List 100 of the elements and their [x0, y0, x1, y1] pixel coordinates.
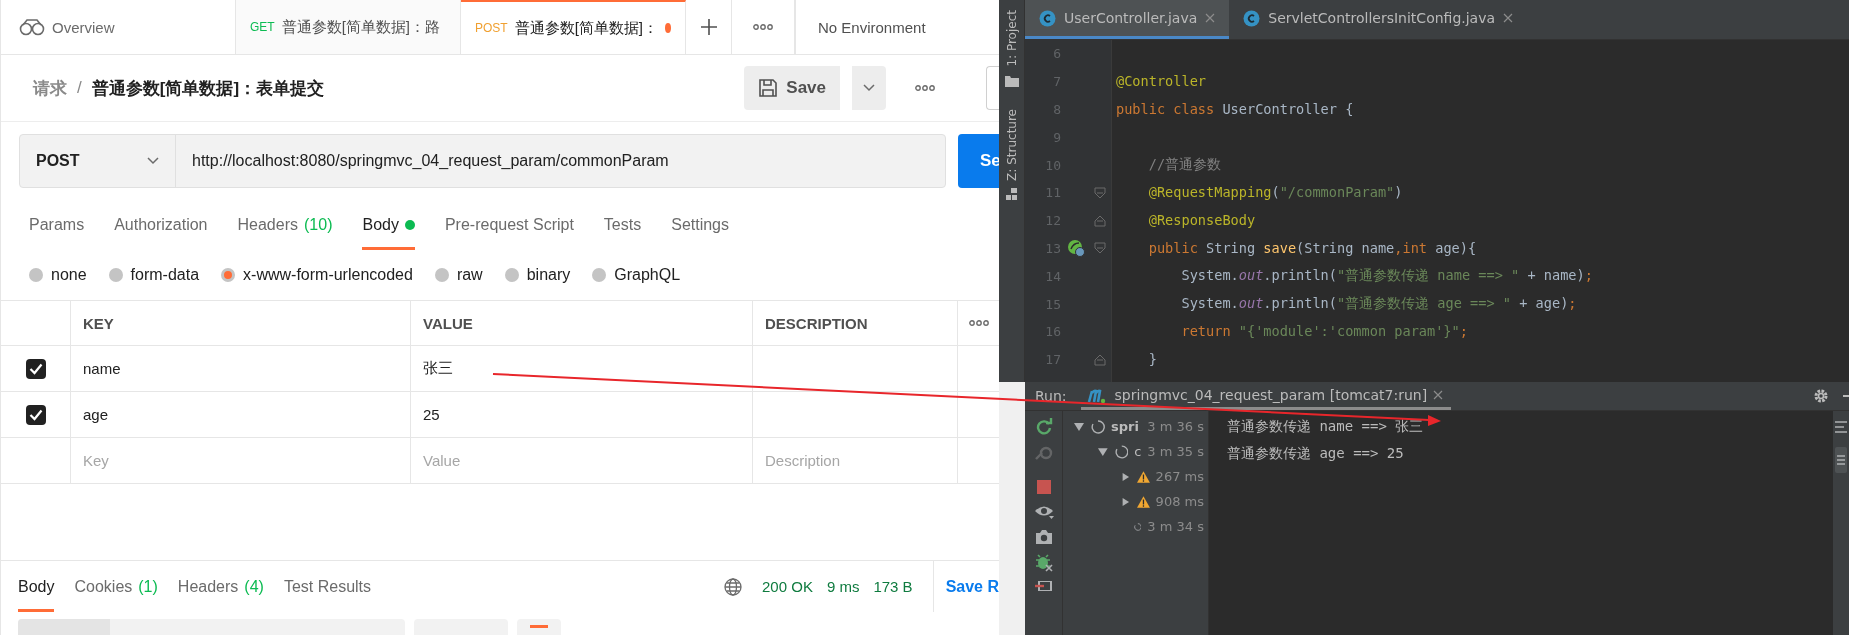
- response-tab[interactable]: Headers (4): [177, 561, 264, 612]
- request-tab[interactable]: Body: [362, 200, 415, 250]
- tree-item-label: spri: [1111, 419, 1139, 434]
- bug-icon[interactable]: [1034, 554, 1053, 572]
- request-tab[interactable]: GET 普通参数[简单数据]：路: [236, 0, 461, 54]
- radio-button[interactable]: [434, 268, 449, 282]
- radio-button[interactable]: [221, 268, 236, 282]
- request-tab[interactable]: Pre-request Script: [444, 200, 574, 250]
- tree-item-label: c: [1134, 444, 1142, 459]
- radio-label: x-www-form-urlencoded: [243, 266, 413, 284]
- camera-icon[interactable]: [1034, 529, 1053, 545]
- rerun-icon[interactable]: [1034, 417, 1053, 435]
- tab-count: (1): [138, 577, 158, 596]
- more-icon[interactable]: [915, 85, 935, 91]
- fold-marker-icon[interactable]: [1094, 353, 1106, 366]
- request-tab[interactable]: Params: [29, 200, 85, 250]
- duration-label: 3 m 34 s: [1147, 519, 1204, 534]
- request-tab[interactable]: Settings: [671, 200, 729, 250]
- tab-count: (10): [304, 216, 333, 234]
- warning-icon: [1136, 494, 1150, 509]
- editor-tab[interactable]: ServletControllersInitConfig.java: [1229, 0, 1528, 39]
- eye-icon[interactable]: [1033, 504, 1054, 520]
- expanded-arrow-icon[interactable]: [1097, 445, 1109, 458]
- request-tab[interactable]: Tests: [603, 200, 642, 250]
- code-line: public String save(String name,int age){: [1147, 238, 1478, 258]
- radio-label: form-data: [130, 266, 200, 284]
- checkbox[interactable]: [25, 358, 46, 379]
- request-tab[interactable]: Headers (10): [237, 200, 333, 250]
- table-cell: 张三: [423, 359, 453, 378]
- key-field[interactable]: Key: [83, 452, 410, 469]
- scroll-to-end-icon[interactable]: [1835, 447, 1847, 473]
- radio-button[interactable]: [504, 268, 519, 282]
- column-header: KEY: [71, 301, 411, 346]
- run-label: Run:: [1034, 387, 1068, 406]
- tab-count: (4): [244, 577, 264, 596]
- radio-button[interactable]: [29, 268, 43, 282]
- exit-icon[interactable]: [1034, 581, 1053, 591]
- code-line: }: [1147, 349, 1158, 369]
- restart-icon[interactable]: [1034, 444, 1053, 462]
- tool-window-button[interactable]: Z: Structure: [1004, 108, 1019, 181]
- fold-marker-icon[interactable]: [1094, 214, 1106, 227]
- tool-window-button[interactable]: 1: Project: [1004, 10, 1019, 67]
- request-tab[interactable]: POST 普通参数[简单数据]：: [461, 0, 686, 54]
- warning-icon: [1136, 469, 1150, 484]
- editor-tab[interactable]: UserController.java: [1025, 0, 1230, 39]
- spinner-icon: [1114, 444, 1129, 459]
- code-line: public class UserController {: [1116, 99, 1355, 119]
- code-line: System.out.println("普通参数传递 name ==> " + name);: [1180, 266, 1593, 286]
- wrap-button[interactable]: [517, 619, 561, 635]
- binoculars-icon: [19, 18, 45, 36]
- radio-button[interactable]: [108, 268, 123, 282]
- method-tag: GET: [250, 20, 275, 34]
- globe-icon[interactable]: [724, 577, 743, 596]
- duration-label: 3 m 35 s: [1147, 444, 1204, 459]
- status-code: 200 OK: [762, 577, 813, 597]
- expanded-arrow-icon[interactable]: [1073, 420, 1085, 433]
- request-title: 普通参数[简单数据]：表单提交: [91, 77, 325, 100]
- settings-icon[interactable]: [1813, 388, 1829, 404]
- duration-label: 908 ms: [1155, 494, 1204, 509]
- checkbox[interactable]: [25, 404, 46, 425]
- save-button[interactable]: Save: [744, 66, 840, 110]
- description-field[interactable]: Description: [765, 452, 957, 469]
- bean-icon[interactable]: [1067, 239, 1085, 258]
- value-field[interactable]: Value: [423, 452, 752, 469]
- column-header: VALUE: [411, 301, 753, 346]
- code-line: System.out.println("普通参数传递 age ==> " + age);: [1180, 294, 1578, 314]
- stop-icon[interactable]: [1035, 479, 1052, 495]
- response-tab[interactable]: Test Results: [283, 561, 372, 612]
- radio-button[interactable]: [592, 268, 607, 282]
- structure-icon: [1005, 188, 1018, 201]
- class-icon: [1243, 9, 1261, 27]
- close-icon[interactable]: [1205, 13, 1216, 23]
- more-icon[interactable]: [753, 24, 773, 30]
- column-header: DESCRIPTION: [753, 301, 958, 346]
- code-line: @RequestMapping("/commonParam"): [1147, 183, 1404, 202]
- duration-label: 3 m 36 s: [1147, 419, 1204, 434]
- response-tab[interactable]: Cookies (1): [74, 561, 158, 612]
- radio-label: raw: [456, 266, 483, 284]
- close-icon[interactable]: [1503, 13, 1514, 23]
- fold-marker-icon[interactable]: [1094, 242, 1106, 255]
- fold-marker-icon[interactable]: [1094, 186, 1106, 199]
- table-cell: 25: [423, 406, 440, 423]
- radio-label: GraphQL: [614, 266, 681, 284]
- table-cell: age: [83, 406, 109, 423]
- caret-icon: [863, 84, 875, 92]
- breadcrumb-link[interactable]: 请求: [33, 76, 67, 100]
- close-icon[interactable]: [1433, 389, 1444, 400]
- more-icon[interactable]: [968, 320, 989, 326]
- code-line: @ResponseBody: [1147, 210, 1257, 230]
- response-size: 173 B: [873, 577, 913, 597]
- plus-icon[interactable]: [699, 18, 718, 36]
- wrap-lines-icon[interactable]: [1835, 421, 1847, 433]
- code-line: //普通参数: [1147, 155, 1223, 175]
- response-time: 9 ms: [826, 577, 860, 597]
- console-output-line: 普通参数传递 name ==> 张三: [1227, 417, 1425, 436]
- code-line: @Controller: [1116, 71, 1208, 91]
- response-tab[interactable]: Body: [18, 561, 55, 612]
- request-tab[interactable]: Authorization: [114, 200, 208, 250]
- breadcrumb-separator: /: [77, 78, 82, 98]
- folder-icon: [1004, 74, 1019, 87]
